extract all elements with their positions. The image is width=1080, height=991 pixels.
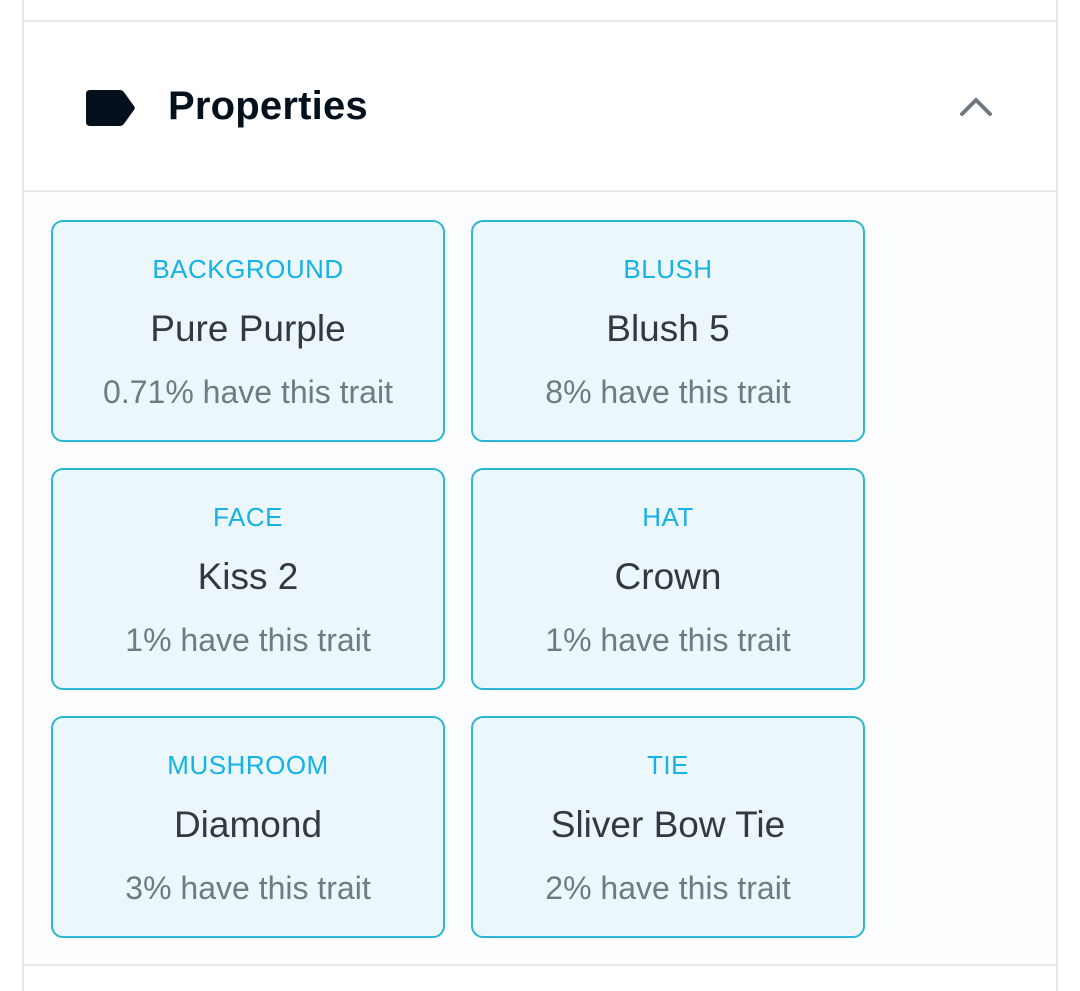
trait-type: MUSHROOM	[167, 750, 329, 780]
trait-rarity: 3% have this trait	[125, 870, 371, 906]
properties-header[interactable]: Properties	[24, 22, 1056, 192]
traits-grid: BACKGROUND Pure Purple 0.71% have this t…	[51, 220, 865, 938]
trait-rarity: 1% have this trait	[545, 622, 791, 658]
trait-type: BLUSH	[623, 254, 713, 284]
trait-card-blush[interactable]: BLUSH Blush 5 8% have this trait	[471, 220, 865, 442]
label-tag-icon	[84, 88, 136, 128]
trait-card-background[interactable]: BACKGROUND Pure Purple 0.71% have this t…	[51, 220, 445, 442]
chevron-up-icon[interactable]	[954, 86, 998, 126]
trait-rarity: 1% have this trait	[125, 622, 371, 658]
trait-type: TIE	[647, 750, 689, 780]
trait-rarity: 8% have this trait	[545, 374, 791, 410]
section-title: Properties	[168, 84, 368, 128]
trait-card-hat[interactable]: HAT Crown 1% have this trait	[471, 468, 865, 690]
trait-rarity: 0.71% have this trait	[103, 374, 393, 410]
previous-section-edge	[24, 0, 1056, 22]
trait-value: Pure Purple	[150, 308, 346, 349]
properties-panel: Properties BACKGROUND Pure Purple 0.71% …	[22, 0, 1058, 991]
trait-type: FACE	[213, 502, 283, 532]
trait-card-tie[interactable]: TIE Sliver Bow Tie 2% have this trait	[471, 716, 865, 938]
trait-value: Kiss 2	[197, 556, 299, 597]
trait-value: Blush 5	[606, 308, 730, 349]
trait-rarity: 2% have this trait	[545, 870, 791, 906]
trait-type: HAT	[642, 502, 694, 532]
trait-type: BACKGROUND	[152, 254, 344, 284]
trait-card-mushroom[interactable]: MUSHROOM Diamond 3% have this trait	[51, 716, 445, 938]
trait-card-face[interactable]: FACE Kiss 2 1% have this trait	[51, 468, 445, 690]
properties-body: BACKGROUND Pure Purple 0.71% have this t…	[24, 192, 1056, 966]
trait-value: Sliver Bow Tie	[550, 804, 786, 845]
trait-value: Diamond	[173, 804, 323, 845]
trait-value: Crown	[614, 556, 722, 597]
